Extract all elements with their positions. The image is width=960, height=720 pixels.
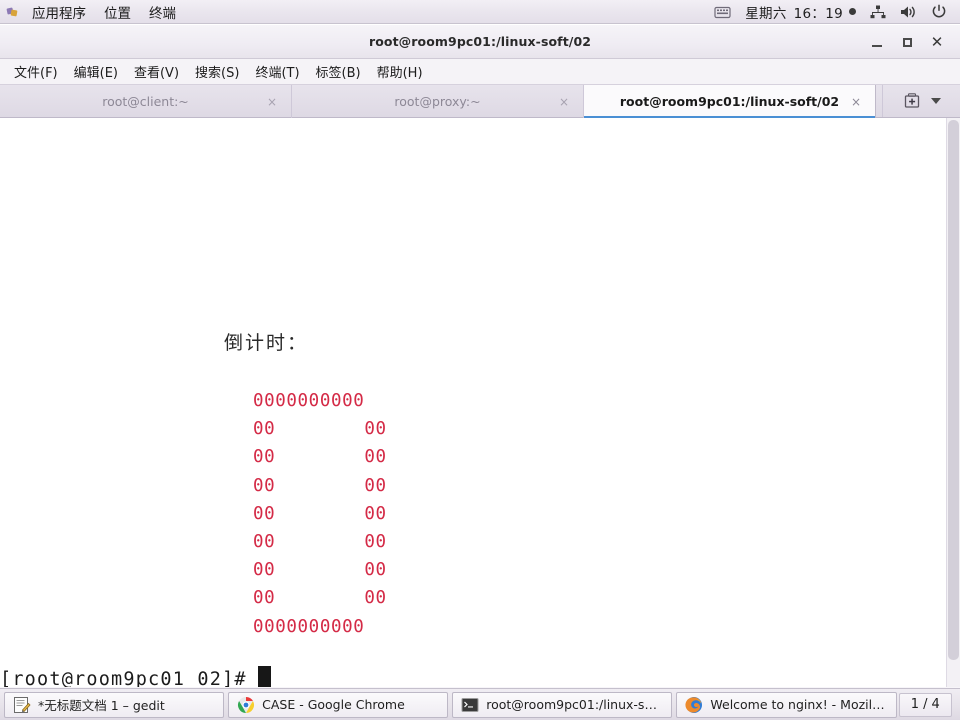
menu-terminal[interactable]: 终端(T)	[247, 59, 307, 85]
block-cursor	[257, 666, 271, 687]
workspace-separator: /	[923, 697, 928, 712]
menu-file[interactable]: 文件(F)	[6, 59, 66, 85]
panel-menu-applications[interactable]: 应用程序	[23, 0, 95, 23]
clock[interactable]: 星期六 16：19	[738, 0, 863, 24]
taskbar-item-terminal-label: root@room9pc01:/linux-soft/02	[486, 697, 664, 712]
panel-menu-terminal[interactable]: 终端	[140, 0, 185, 23]
shell-prompt-line: [root@room9pc01 02]#	[0, 666, 271, 687]
tab-proxy[interactable]: root@proxy:~ ×	[292, 85, 584, 118]
ascii-art-zero: 0000000000 00 00 00 00 00 00 00 00 00 00…	[253, 391, 387, 637]
terminal-scrollbar-thumb[interactable]	[948, 120, 959, 660]
tab-client[interactable]: root@client:~ ×	[0, 85, 292, 118]
power-icon[interactable]	[924, 0, 954, 24]
taskbar-item-gedit[interactable]: *无标题文档 1 – gedit	[4, 691, 225, 718]
tab-proxy-label: root@proxy:~	[394, 94, 481, 109]
chrome-icon	[237, 696, 255, 714]
workspace-indicator[interactable]: 1 / 4	[898, 692, 953, 717]
panel-menu-applications-label: 应用程序	[32, 5, 86, 22]
bottom-taskbar: *无标题文档 1 – gedit CASE - Google Chrome ro…	[0, 688, 960, 720]
tab-proxy-close-icon[interactable]: ×	[559, 95, 569, 109]
taskbar-item-chrome-label: CASE - Google Chrome	[262, 697, 405, 712]
tab-client-label: root@client:~	[102, 94, 189, 109]
tab-room9pc01-label: root@room9pc01:/linux-soft/02	[619, 94, 840, 109]
terminal-icon	[461, 696, 479, 714]
maximize-button[interactable]	[892, 28, 922, 56]
tab-bar-actions	[882, 85, 960, 117]
menu-search[interactable]: 搜索(S)	[187, 59, 247, 85]
menu-tabs-label: 标签(B)	[315, 66, 361, 81]
tab-bar: root@client:~ × root@proxy:~ × root@room…	[0, 85, 960, 119]
tab-client-close-icon[interactable]: ×	[267, 95, 277, 109]
workspace-total: 4	[931, 697, 940, 712]
shell-prompt-text: [root@room9pc01 02]#	[0, 668, 247, 688]
workspace-current: 1	[910, 697, 920, 712]
network-icon[interactable]	[863, 0, 893, 24]
panel-menu-places[interactable]: 位置	[95, 0, 140, 23]
applications-icon	[4, 4, 22, 20]
system-tray: 星期六 16：19	[707, 0, 960, 24]
gnome-top-panel: 应用程序 位置 终端 星期六 16：19	[0, 0, 960, 24]
tab-room9pc01[interactable]: root@room9pc01:/linux-soft/02 ×	[584, 85, 876, 119]
terminal-scrollbar[interactable]	[946, 118, 960, 687]
chevron-down-icon[interactable]	[930, 98, 941, 104]
menu-edit[interactable]: 编辑(E)	[66, 59, 126, 85]
menu-edit-label: 编辑(E)	[73, 66, 118, 81]
window-titlebar[interactable]: root@room9pc01:/linux-soft/02 ✕	[0, 25, 960, 59]
clock-day: 星期六	[745, 5, 787, 22]
countdown-label: 倒计时：	[224, 332, 309, 354]
taskbar-item-terminal[interactable]: root@room9pc01:/linux-soft/02	[452, 691, 673, 718]
tab-room9pc01-close-icon[interactable]: ×	[851, 95, 861, 109]
menu-search-label: 搜索(S)	[195, 66, 240, 81]
keyboard-icon[interactable]	[707, 0, 738, 24]
terminal-window: root@room9pc01:/linux-soft/02 ✕ 文件(F) 编辑…	[0, 25, 960, 688]
volume-icon[interactable]	[893, 0, 924, 24]
menu-terminal-label: 终端(T)	[255, 66, 300, 81]
menu-help-label: 帮助(H)	[376, 66, 423, 81]
window-controls: ✕	[862, 25, 952, 59]
record-dot-icon	[849, 8, 856, 15]
new-tab-icon[interactable]	[903, 92, 921, 110]
menu-bar: 文件(F) 编辑(E) 查看(V) 搜索(S) 终端(T) 标签(B) 帮助(H…	[0, 59, 960, 85]
close-button[interactable]: ✕	[922, 28, 952, 56]
clock-time: 16：19	[793, 5, 843, 22]
gedit-icon	[13, 696, 31, 714]
taskbar-item-firefox-label: Welcome to nginx! - Mozilla Fir⋯	[710, 697, 887, 712]
taskbar-item-gedit-label: *无标题文档 1 – gedit	[38, 698, 165, 713]
taskbar-item-chrome[interactable]: CASE - Google Chrome	[228, 691, 449, 718]
minimize-button[interactable]	[862, 28, 892, 56]
desktop-screen: 应用程序 位置 终端 星期六 16：19 root@room9pc01:/lin…	[0, 0, 960, 720]
panel-menu-group: 应用程序 位置 终端	[0, 0, 185, 23]
panel-menu-terminal-label: 终端	[149, 5, 176, 22]
terminal-content-area[interactable]: 倒计时： 0000000000 00 00 00 00 00 00 00 00 …	[0, 118, 960, 687]
tab-strip: root@client:~ × root@proxy:~ × root@room…	[0, 85, 882, 119]
menu-file-label: 文件(F)	[14, 66, 58, 81]
window-title: root@room9pc01:/linux-soft/02	[368, 34, 592, 49]
menu-help[interactable]: 帮助(H)	[369, 59, 431, 85]
menu-view[interactable]: 查看(V)	[126, 59, 187, 85]
menu-tabs[interactable]: 标签(B)	[308, 59, 369, 85]
firefox-icon	[685, 696, 703, 714]
taskbar-item-firefox[interactable]: Welcome to nginx! - Mozilla Fir⋯	[676, 691, 897, 718]
panel-menu-places-label: 位置	[104, 5, 131, 22]
menu-view-label: 查看(V)	[133, 66, 180, 81]
